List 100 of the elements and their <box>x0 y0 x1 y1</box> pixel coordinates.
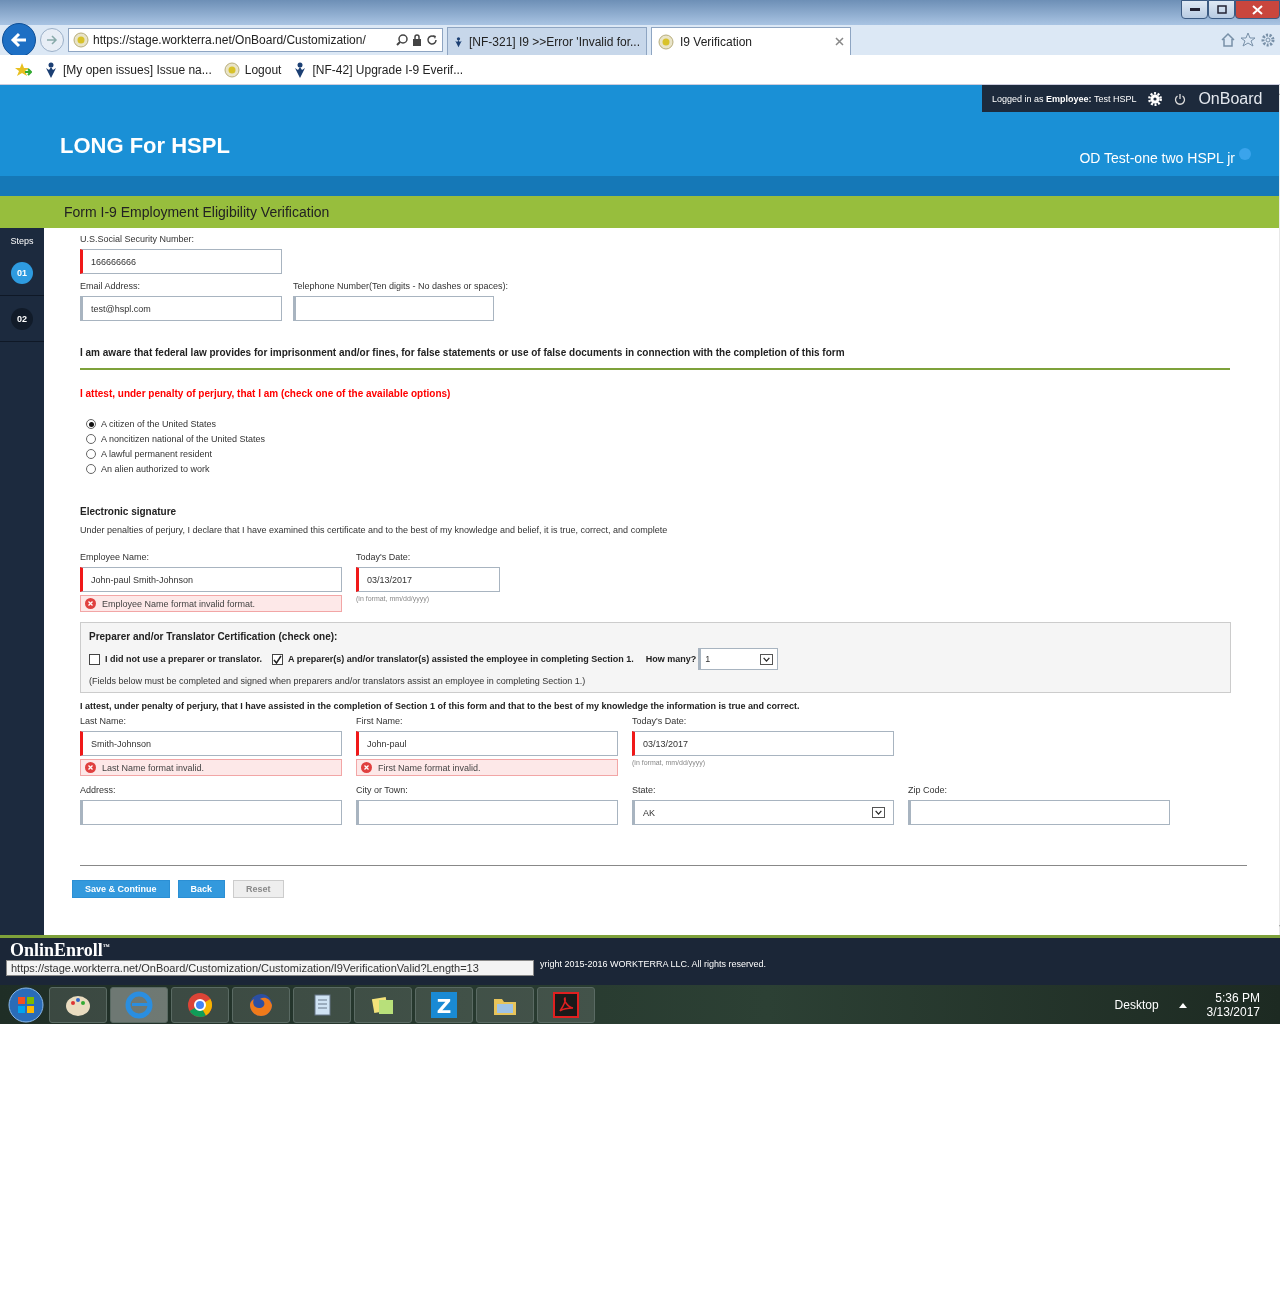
field-label: Last Name: <box>80 715 127 728</box>
page-title: LONG For HSPL <box>60 133 230 159</box>
search-icon <box>396 34 408 46</box>
footer-logo: OnlinEnroll$^{™}$ <box>10 940 111 961</box>
clock[interactable]: 5:36 PM 3/13/2017 <box>1206 990 1260 1019</box>
radio-icon[interactable] <box>86 419 96 429</box>
error-message: Last Name format invalid. <box>80 759 342 776</box>
state-select[interactable]: AK <box>632 800 894 825</box>
status-radio-option[interactable]: A lawful permanent resident <box>86 449 1247 459</box>
site-icon <box>73 32 89 48</box>
forward-arrow-icon <box>46 35 58 45</box>
desktop-toolbar-label[interactable]: Desktop <box>1114 997 1159 1012</box>
status-url-tooltip: https://stage.workterra.net/OnBoard/Customization/Customization/I9VerificationValid?Length=13 <box>6 960 534 976</box>
field-label: Telephone Number(Ten digits - No dashes or spaces): <box>293 280 509 293</box>
taskbar-app-button[interactable] <box>49 986 107 1023</box>
checkbox[interactable] <box>89 653 100 665</box>
signature-statement: Under penalties of perjury, I declare that I have examined this certificate and to the best of my knowledge and belief, it is true, correct, and complete <box>80 525 669 535</box>
preparer-checkbox-option[interactable]: I did not use a preparer or translator. <box>89 653 263 665</box>
favorite-link[interactable]: Logout <box>223 61 282 78</box>
minimize-icon <box>1189 8 1200 11</box>
taskbar-app-button[interactable] <box>171 986 229 1023</box>
field-label: Zip Code: <box>908 784 948 797</box>
maximize-button[interactable] <box>1208 0 1235 19</box>
taskbar-app-button[interactable] <box>354 986 412 1023</box>
input-field[interactable] <box>356 800 618 825</box>
close-icon <box>1252 4 1263 15</box>
input-field[interactable]: Smith-Johnson <box>80 731 342 756</box>
taskbar-app-button[interactable]: Z <box>415 986 473 1023</box>
taskbar-app-button[interactable] <box>476 986 534 1023</box>
back-arrow-icon <box>10 32 28 48</box>
favorite-link[interactable]: [My open issues] Issue na... <box>44 61 212 78</box>
lock-icon <box>412 34 422 46</box>
site-icon <box>223 61 240 78</box>
user-name: OD Test-one two HSPL jr <box>1079 150 1235 166</box>
field-label: Today's Date: <box>356 551 411 564</box>
start-button[interactable] <box>6 985 46 1024</box>
browser-e-icon <box>124 989 154 1020</box>
star-icon[interactable] <box>1240 32 1256 48</box>
preparer-note: (Fields below must be completed and signed when preparers and/or translators assist an employee in completing Section 1.) <box>89 676 587 686</box>
count-select[interactable]: 1 <box>698 648 779 670</box>
field-label: City or Town: <box>356 784 408 797</box>
home-icon[interactable] <box>1220 32 1236 48</box>
field-label: Employee Name: <box>80 551 150 564</box>
copyright-text: yright 2015-2016 WORKTERRA LLC. All rights reserved. <box>540 959 767 969</box>
input-field[interactable] <box>80 800 342 825</box>
field-label: State: <box>632 784 656 797</box>
preparer-heading: Preparer and/or Translator Certification (check one): <box>89 631 339 642</box>
field-label: Address: <box>80 784 116 797</box>
dropdown-caret-icon <box>760 653 774 665</box>
power-icon[interactable] <box>1174 92 1187 105</box>
brand-name: OnBoard <box>1198 89 1263 108</box>
steps-label: Steps <box>9 235 35 248</box>
signature-heading: Electronic signature <box>80 506 178 517</box>
maximize-icon <box>1216 5 1227 14</box>
step-number[interactable]: 02 <box>11 307 33 330</box>
radio-icon[interactable] <box>86 464 96 474</box>
input-field[interactable]: 166666666 <box>80 249 282 274</box>
error-icon <box>85 762 96 773</box>
z-app-icon: Z <box>429 989 459 1020</box>
how-many-label: How many? <box>645 654 697 664</box>
taskbar-app-button[interactable] <box>293 986 351 1023</box>
pdf-icon <box>551 989 581 1020</box>
status-radio-option[interactable]: A citizen of the United States <box>86 419 1247 429</box>
radio-icon[interactable] <box>86 449 96 459</box>
input-field[interactable]: John-paul <box>356 731 618 756</box>
field-label: First Name: <box>356 715 403 728</box>
input-field[interactable]: John-paul Smith-Johnson <box>80 567 342 592</box>
browser-tab[interactable]: [NF-321] I9 >>Error 'Invalid for... <box>447 27 647 55</box>
favorites-star-icon[interactable] <box>14 61 32 78</box>
back-button[interactable] <box>2 23 36 57</box>
input-field[interactable] <box>293 296 494 321</box>
error-icon <box>361 762 372 773</box>
input-field[interactable]: 03/13/2017 <box>632 731 894 756</box>
taskbar-app-button[interactable] <box>232 986 290 1023</box>
radio-icon[interactable] <box>86 434 96 444</box>
input-field[interactable]: 03/13/2017 <box>356 567 500 592</box>
address-bar[interactable]: https://stage.workterra.net/OnBoard/Customization/ <box>68 28 443 52</box>
minimize-button[interactable] <box>1181 0 1208 19</box>
status-radio-option[interactable]: A noncitizen national of the United States <box>86 434 1247 444</box>
section-title: Form I-9 Employment Eligibility Verification <box>0 196 1279 228</box>
tray-expand-icon[interactable] <box>1178 1001 1187 1008</box>
error-message: First Name format invalid. <box>356 759 618 776</box>
input-field[interactable] <box>908 800 1170 825</box>
preparer-attestation: I attest, under penalty of perjury, that I have assisted in the completion of Section 1 of this form and that to the best of my knowledge the information is true and correct. <box>80 701 801 711</box>
field-label: Today's Date: <box>632 715 687 728</box>
close-button[interactable] <box>1235 0 1280 19</box>
close-tab-icon[interactable] <box>835 37 844 46</box>
field-label: U.S.Social Security Number: <box>80 233 195 246</box>
input-field[interactable]: test@hspl.com <box>80 296 282 321</box>
preparer-checkbox-option[interactable]: A preparer(s) and/or translator(s) assisted the employee in completing Section 1. <box>272 653 634 665</box>
error-icon <box>85 598 96 609</box>
refresh-icon <box>426 34 438 46</box>
field-label: Email Address: <box>80 280 141 293</box>
site-icon <box>658 33 674 50</box>
browser-tab[interactable]: I9 Verification <box>651 27 851 55</box>
bug-icon <box>44 61 58 78</box>
checkbox[interactable] <box>272 653 284 665</box>
bug-icon <box>293 61 308 78</box>
status-radio-option[interactable]: An alien authorized to work <box>86 464 1247 474</box>
favorite-link[interactable]: [NF-42] Upgrade I-9 Everif... <box>293 61 464 78</box>
